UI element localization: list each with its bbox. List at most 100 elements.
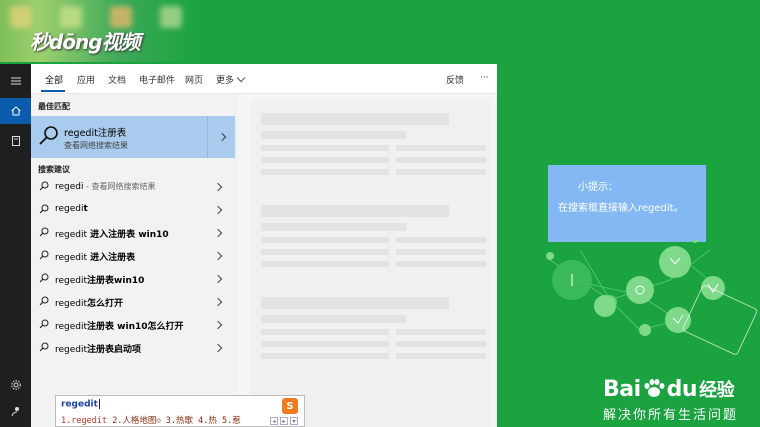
suggestion-completion: 注册表启动项 bbox=[87, 345, 142, 355]
tab-all[interactable]: 全部 bbox=[45, 73, 63, 86]
watermark-blur bbox=[110, 6, 132, 28]
notebook-icon bbox=[11, 136, 20, 146]
chevron-right-icon bbox=[213, 274, 223, 284]
skeleton-bar bbox=[396, 237, 486, 243]
ime-composition: regedit bbox=[61, 399, 100, 410]
search-icon bbox=[39, 250, 49, 260]
suggestion-completion: 注册表win10 bbox=[87, 276, 145, 286]
skeleton-bar bbox=[261, 157, 389, 163]
suggestion-text: regedit注册表win10 bbox=[55, 273, 144, 286]
search-icon bbox=[39, 204, 49, 214]
ime-candidate[interactable]: 5.惹 bbox=[222, 416, 241, 426]
tab-more[interactable]: 更多 bbox=[216, 73, 246, 86]
feedback-button[interactable]: 反馈 bbox=[446, 73, 464, 86]
skeleton-bar bbox=[396, 329, 486, 335]
active-tab-indicator bbox=[41, 90, 65, 92]
results-list: 最佳匹配 regedit注册表 查看网络搜索结果 搜索建议 regedi - 查… bbox=[31, 94, 235, 427]
best-match-open-button[interactable] bbox=[207, 116, 235, 158]
skeleton-bar bbox=[396, 341, 486, 347]
search-icon bbox=[39, 126, 58, 145]
suggestion-item[interactable]: regedit bbox=[31, 199, 235, 222]
skeleton-bar bbox=[261, 249, 389, 255]
suggestion-open-button[interactable] bbox=[213, 228, 223, 238]
skeleton-bar bbox=[261, 145, 389, 151]
skeleton-bar bbox=[261, 223, 406, 231]
skeleton-bar bbox=[261, 131, 406, 139]
search-icon bbox=[39, 273, 49, 283]
baidu-logo: Bai du 经验 bbox=[603, 374, 738, 402]
suggestion-item[interactable]: regedit 进入注册表 win10 bbox=[31, 222, 235, 245]
suggestion-open-button[interactable] bbox=[213, 297, 223, 307]
baidu-logo-text: Bai bbox=[603, 377, 641, 402]
suggestion-prefix: regedi bbox=[55, 182, 84, 192]
documents-button[interactable] bbox=[0, 128, 31, 154]
suggestion-prefix: regedit bbox=[55, 276, 88, 286]
suggestion-item[interactable]: regedit注册表 win10怎么打开 bbox=[31, 314, 235, 337]
ime-candidate[interactable]: 4.热 bbox=[198, 416, 217, 426]
suggestion-text: regedit怎么打开 bbox=[55, 296, 123, 309]
suggestion-prefix: regedit bbox=[55, 253, 88, 263]
tab-web[interactable]: 网页 bbox=[185, 73, 203, 86]
suggestion-text: regedit 进入注册表 bbox=[55, 250, 135, 263]
watermark-text: 秒dōng视频 bbox=[30, 30, 141, 54]
skeleton-bar bbox=[261, 169, 389, 175]
suggestion-open-button[interactable] bbox=[213, 343, 223, 353]
suggestion-item[interactable]: regedit 进入注册表 bbox=[31, 245, 235, 268]
skeleton-bar bbox=[261, 261, 389, 267]
jingyan-label: 经验 bbox=[699, 380, 735, 401]
skeleton-bar bbox=[261, 353, 389, 359]
ime-candidate[interactable]: 2.人格地图 bbox=[112, 416, 156, 426]
suggestion-completion: 注册表 win10怎么打开 bbox=[87, 322, 184, 332]
suggestion-open-button[interactable] bbox=[213, 320, 223, 330]
more-options-button[interactable]: ··· bbox=[480, 73, 489, 83]
skeleton-bar bbox=[396, 249, 486, 255]
tip-body: 在搜索框直接输入regedit。 bbox=[558, 203, 684, 214]
skeleton-bar bbox=[396, 169, 486, 175]
suggestion-item[interactable]: regedi - 查看网络搜索结果 bbox=[31, 176, 235, 199]
tab-email[interactable]: 电子邮件 bbox=[139, 73, 175, 86]
ime-expand-button[interactable]: ▾ bbox=[290, 417, 298, 425]
ime-prev-page-button[interactable]: ◂ bbox=[270, 417, 278, 425]
chevron-down-icon bbox=[236, 73, 246, 83]
suggestion-open-button[interactable] bbox=[213, 182, 223, 192]
suggestion-text: regedit注册表启动项 bbox=[55, 342, 141, 355]
best-match-subtitle: 查看网络搜索结果 bbox=[64, 141, 128, 150]
ime-next-page-button[interactable]: ▸ bbox=[280, 417, 288, 425]
search-panel: 全部 应用 文档 电子邮件 网页 更多 反馈 ··· 最佳匹配 regedit注… bbox=[31, 64, 497, 427]
user-button[interactable] bbox=[0, 398, 31, 424]
suggestion-open-button[interactable] bbox=[213, 205, 223, 215]
suggestion-item[interactable]: regedit怎么打开 bbox=[31, 291, 235, 314]
preview-loading-placeholder bbox=[251, 101, 491, 427]
watermark-blur bbox=[160, 6, 182, 28]
suggestion-prefix: regedi bbox=[55, 204, 84, 214]
chevron-right-icon bbox=[213, 297, 223, 307]
best-match-item[interactable]: regedit注册表 查看网络搜索结果 bbox=[31, 116, 235, 158]
tab-documents[interactable]: 文档 bbox=[108, 73, 126, 86]
search-icon bbox=[39, 227, 49, 237]
chevron-right-icon bbox=[213, 251, 223, 261]
suggestion-completion: 进入注册表 win10 bbox=[87, 230, 169, 240]
suggestion-completion: 怎么打开 bbox=[87, 299, 124, 309]
search-icon bbox=[39, 296, 49, 306]
network-illustration bbox=[546, 240, 758, 355]
search-icon bbox=[39, 319, 49, 329]
chevron-right-icon bbox=[213, 205, 223, 215]
suggestion-item[interactable]: regedit注册表启动项 bbox=[31, 337, 235, 360]
suggestion-open-button[interactable] bbox=[213, 251, 223, 261]
skeleton-bar bbox=[261, 315, 406, 323]
tip-box: 小提示： 在搜索框直接输入regedit。 bbox=[548, 165, 706, 242]
suggestion-item[interactable]: regedit注册表win10 bbox=[31, 268, 235, 291]
ime-candidate[interactable]: 3.热歌 bbox=[166, 416, 193, 426]
home-button[interactable] bbox=[0, 98, 31, 124]
settings-button[interactable] bbox=[0, 372, 31, 398]
search-icon bbox=[39, 181, 49, 191]
suggestion-text: regedit 进入注册表 win10 bbox=[55, 227, 169, 240]
suggestion-completion: t bbox=[83, 204, 88, 214]
ime-candidate[interactable]: 1.regedit bbox=[61, 416, 107, 426]
baidu-jingyan-logo: Bai du 经验 解决你所有生活问题 bbox=[603, 374, 738, 423]
suggestion-text: regedit注册表 win10怎么打开 bbox=[55, 319, 184, 332]
hamburger-menu-button[interactable] bbox=[0, 68, 31, 94]
suggestion-open-button[interactable] bbox=[213, 274, 223, 284]
skeleton-bar bbox=[261, 205, 449, 217]
tab-apps[interactable]: 应用 bbox=[77, 73, 95, 86]
